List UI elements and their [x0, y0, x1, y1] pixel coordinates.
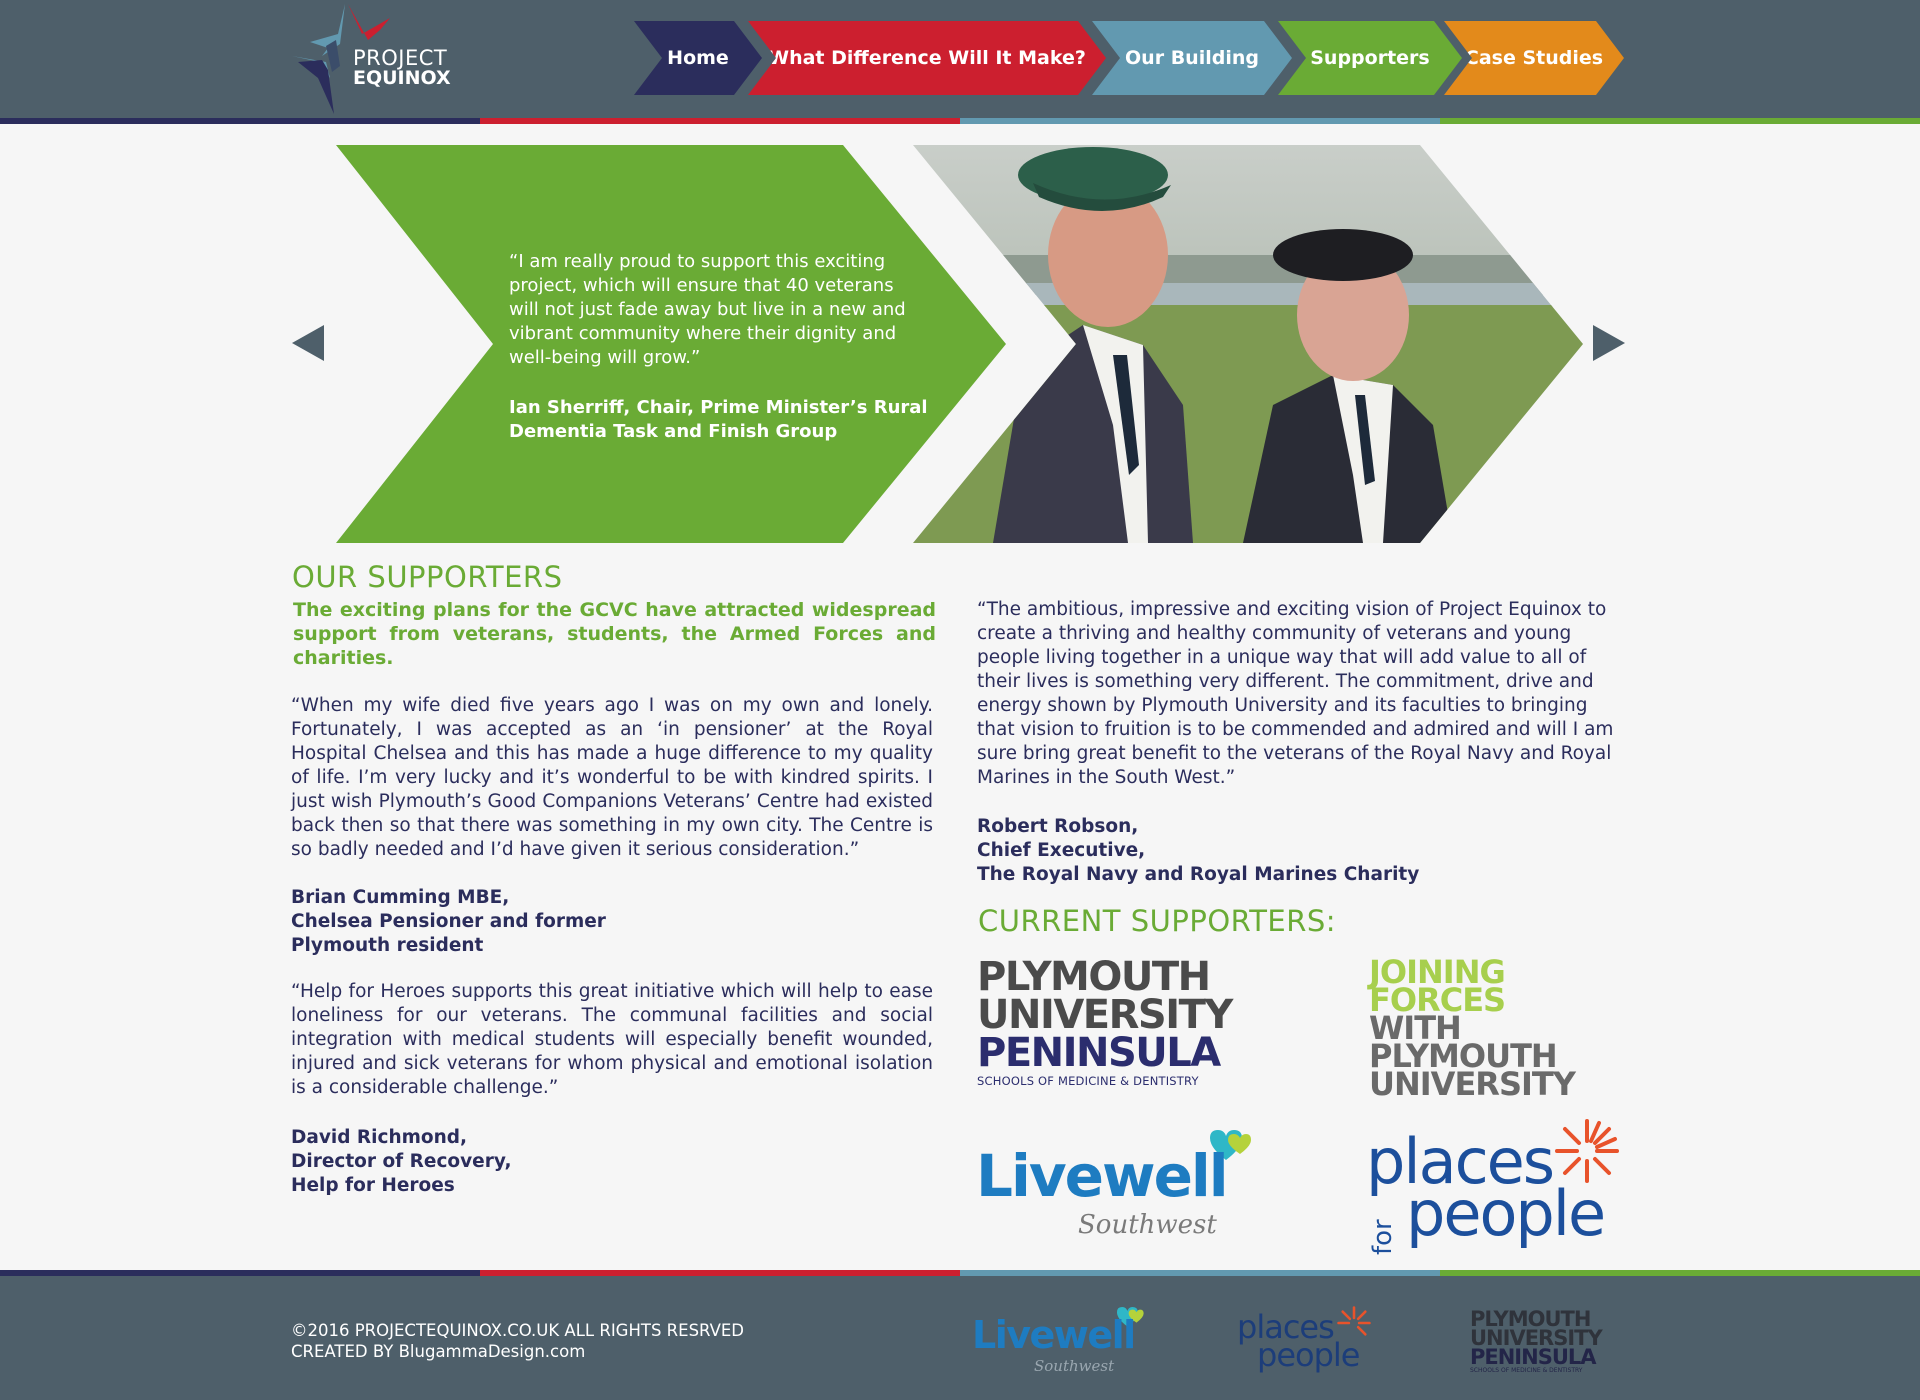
plymouth-university-peninsula-logo[interactable]: PLYMOUTH UNIVERSITY PENINSULA SCHOOLS OF…: [977, 954, 1237, 1088]
author-line: Plymouth resident: [291, 935, 484, 956]
nav-what-difference[interactable]: What Difference Will It Make?: [748, 21, 1106, 95]
livewell-southwest-logo[interactable]: Livewell Southwest: [976, 1130, 1256, 1250]
testimonial-quote-3: “The ambitious, impressive and exciting …: [977, 599, 1614, 788]
created-by-link[interactable]: CREATED BY BlugammaDesign.com: [291, 1341, 744, 1362]
testimonial-author-3: Robert Robson, Chief Executive, The Roya…: [977, 815, 1419, 887]
testimonial-quote-2: “Help for Heroes supports this great ini…: [291, 981, 933, 1098]
sunburst-icon: [1337, 1306, 1371, 1336]
hero-quote-text: “I am really proud to support this excit…: [509, 251, 906, 368]
author-line: The Royal Navy and Royal Marines Charity: [977, 864, 1420, 885]
sunburst-icon: [1555, 1119, 1619, 1183]
logo-wordmark[interactable]: PROJECT EQUINOX: [353, 46, 451, 89]
logo-text: UNIVERSITY: [977, 992, 1233, 1038]
hero-quote-author: Ian Sherriff, Chair, Prime Minister’s Ru…: [509, 397, 928, 442]
author-line: Chief Executive,: [977, 840, 1146, 861]
supporters-lead-text: The exciting plans for the GCVC have att…: [293, 599, 936, 669]
our-supporters-heading: OUR SUPPORTERS: [292, 560, 563, 594]
logo-text: Livewell: [972, 1313, 1136, 1357]
slider-next-arrow-icon[interactable]: [1593, 325, 1625, 361]
logo-text: UNIVERSITY: [1369, 1065, 1576, 1103]
logo-text: PLYMOUTH: [977, 954, 1211, 1000]
footer-copyright: ©2016 PROJECTEQUINOX.CO.UK ALL RIGHTS RE…: [291, 1320, 744, 1362]
copyright-text: ©2016 PROJECTEQUINOX.CO.UK ALL RIGHTS RE…: [291, 1321, 745, 1340]
logo-text: Southwest: [1078, 1210, 1217, 1240]
joining-forces-logo[interactable]: JOINING FORCES WITH PLYMOUTH UNIVERSITY: [1369, 956, 1599, 1103]
testimonial-author-1: Brian Cumming MBE, Chelsea Pensioner and…: [291, 886, 606, 958]
nav-our-building[interactable]: Our Building: [1092, 21, 1292, 95]
logo-text: Livewell: [976, 1142, 1229, 1210]
footer-places-for-people-logo[interactable]: places people: [1237, 1306, 1377, 1380]
author-line: Director of Recovery,: [291, 1151, 512, 1172]
logo-text: Southwest: [1034, 1357, 1115, 1375]
testimonial-quote-1: “When my wife died five years ago I was …: [291, 695, 933, 860]
author-line: Chelsea Pensioner and former: [291, 911, 606, 932]
author-line: David Richmond,: [291, 1127, 468, 1148]
places-for-people-logo[interactable]: places for people: [1366, 1119, 1626, 1260]
logo-line-equinox: EQUINOX: [353, 67, 451, 89]
logo-text: PENINSULA: [1470, 1345, 1597, 1369]
site-footer: [0, 1276, 1920, 1400]
footer-livewell-logo[interactable]: Livewell Southwest: [972, 1307, 1152, 1377]
logo-line-project: PROJECT: [353, 46, 448, 70]
logo-text: people: [1257, 1336, 1360, 1374]
header-color-stripe: [0, 118, 1920, 124]
testimonial-author-2: David Richmond, Director of Recovery, He…: [291, 1126, 512, 1198]
hero-veterans-photo: [913, 145, 1583, 543]
author-line: Brian Cumming MBE,: [291, 887, 510, 908]
logo-text: PENINSULA: [977, 1030, 1221, 1076]
logo-text: for: [1368, 1219, 1398, 1255]
logo-text: SCHOOLS OF MEDICINE & DENTISTRY: [977, 1074, 1199, 1088]
current-supporters-heading: CURRENT SUPPORTERS:: [978, 904, 1337, 938]
author-line: Robert Robson,: [977, 816, 1139, 837]
slider-prev-arrow-icon[interactable]: [292, 325, 324, 361]
logo-text: people: [1406, 1177, 1606, 1250]
author-line: Help for Heroes: [291, 1175, 455, 1196]
footer-plymouth-university-logo[interactable]: PLYMOUTH UNIVERSITY PENINSULA SCHOOLS OF…: [1470, 1309, 1615, 1375]
